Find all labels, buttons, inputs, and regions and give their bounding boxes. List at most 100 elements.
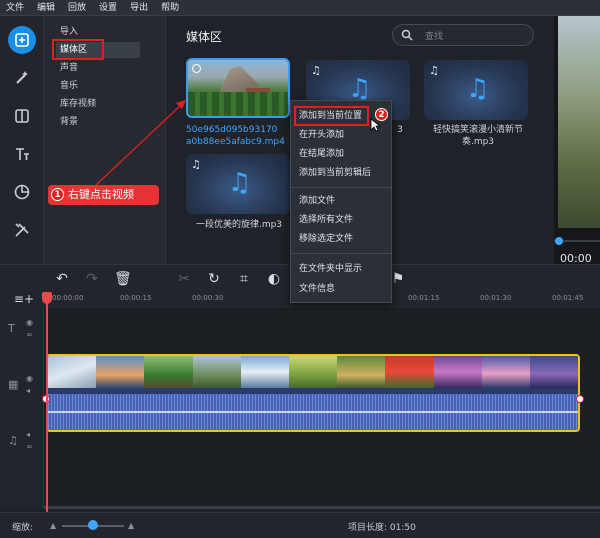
ctx-remove-selected-files[interactable]: 移除选定文件 <box>299 230 353 248</box>
video-badge-icon <box>192 64 201 73</box>
category-import[interactable]: 导入 <box>56 24 82 40</box>
music-note-large-icon: ♫ <box>466 74 490 104</box>
annotation-highlight-category <box>52 39 104 60</box>
category-background[interactable]: 背景 <box>56 114 82 130</box>
ctx-separator <box>291 187 391 188</box>
ruler-tick: 00:01:15 <box>408 294 440 302</box>
mute-speaker-icon[interactable]: ◂ <box>26 386 30 395</box>
timeline-scrollbar[interactable] <box>44 506 600 509</box>
playhead-line <box>46 292 48 512</box>
rotate-icon[interactable]: ↻ <box>206 271 222 287</box>
ctx-add-at-end[interactable]: 在结尾添加 <box>299 145 344 163</box>
annotation-step1-label: 右键点击视频 <box>48 185 159 205</box>
import-icon <box>15 33 29 47</box>
annotation-step1-text: 右键点击视频 <box>68 188 134 201</box>
menu-file[interactable]: 文件 <box>6 0 24 16</box>
color-adjust-icon[interactable]: ◐ <box>266 271 282 287</box>
clip-frame <box>529 356 578 388</box>
clip-thumbnails <box>48 356 578 388</box>
more-tools-button[interactable] <box>8 216 36 244</box>
menu-edit[interactable]: 编辑 <box>37 0 55 16</box>
clip-end-handle[interactable] <box>576 395 584 403</box>
clip-frame <box>433 356 482 388</box>
category-music[interactable]: 音乐 <box>56 78 82 94</box>
clip-frame <box>240 356 289 388</box>
music-track-icon: ♫ <box>8 434 18 447</box>
ctx-select-all-files[interactable]: 选择所有文件 <box>299 211 353 229</box>
music-note-icon: ♫ <box>191 158 201 171</box>
pie-icon <box>14 184 30 200</box>
media-tile-audio-3[interactable]: ♫ ♫ <box>186 154 290 214</box>
marker-flag-icon[interactable]: ⚑ <box>390 271 406 287</box>
music-note-icon: ♫ <box>429 64 439 77</box>
magic-wand-icon <box>16 71 28 84</box>
import-tool-button[interactable] <box>8 26 36 54</box>
ctx-add-after-current-clip[interactable]: 添加到当前剪辑后 <box>299 164 371 182</box>
link-icon[interactable]: ∞ <box>26 330 33 339</box>
ruler-tick: 00:00:30 <box>192 294 224 302</box>
zoom-in-icon[interactable]: ▲ <box>128 521 134 530</box>
clip-frame <box>288 356 338 388</box>
audio-3-caption: 一段优美的旋律.mp3 <box>195 220 283 230</box>
clip-frame <box>144 356 193 388</box>
preview-scrubber-knob[interactable] <box>555 237 563 245</box>
tool-sidebar <box>0 16 44 264</box>
ruler-tick: 00:00:00 <box>52 294 84 302</box>
preview-panel: 00:00 <box>554 16 600 265</box>
thumbnail-trees <box>188 92 288 116</box>
media-tile-audio-2[interactable]: ♫ ♫ <box>424 60 528 120</box>
video-track-icon: ▦ <box>8 378 19 391</box>
video-clip[interactable] <box>46 354 580 432</box>
annotation-highlight-menu-item <box>294 106 369 126</box>
cut-icon[interactable]: ✂ <box>176 271 192 287</box>
text-icon <box>16 148 29 160</box>
zoom-label: 缩放: <box>12 523 34 533</box>
ctx-file-info[interactable]: 文件信息 <box>299 280 335 298</box>
search-icon <box>401 29 413 41</box>
media-tile-video[interactable] <box>186 58 290 118</box>
crop-icon[interactable]: ⌗ <box>236 271 252 287</box>
track-headers: T ◉ ∞ ▦ ◉ ◂ ♫ ◂ ∞ <box>0 308 44 508</box>
project-length: 项目长度: 01:50 <box>348 523 416 533</box>
music-note-icon: ♫ <box>311 64 321 77</box>
clip-frame <box>337 356 386 388</box>
clip-frame <box>385 356 434 388</box>
visibility-eye-icon[interactable]: ◉ <box>26 318 33 327</box>
menu-settings[interactable]: 设置 <box>99 0 117 16</box>
add-track-icon[interactable]: ≡+ <box>14 292 34 306</box>
visibility-eye-icon[interactable]: ◉ <box>26 374 33 383</box>
timeline-area: T ◉ ∞ ▦ ◉ ◂ ♫ ◂ ∞ <box>0 308 600 508</box>
music-note-large-icon: ♫ <box>228 168 252 198</box>
audio-volume-line <box>48 411 578 413</box>
ruler-tick: 00:01:45 <box>552 294 584 302</box>
clip-frame <box>481 356 530 388</box>
link-icon[interactable]: ∞ <box>26 442 33 451</box>
annotation-step1-badge: 1 <box>51 188 64 201</box>
menu-help[interactable]: 帮助 <box>161 0 179 16</box>
transition-icon <box>15 109 29 123</box>
delete-icon[interactable]: 🗑 <box>114 271 132 287</box>
search-input[interactable]: 查找 <box>392 24 534 46</box>
zoom-slider-knob[interactable] <box>88 520 98 530</box>
transitions-tool-button[interactable] <box>8 102 36 130</box>
category-sound[interactable]: 声音 <box>56 60 82 76</box>
playhead-handle[interactable] <box>42 292 52 304</box>
magic-tool-button[interactable] <box>8 64 36 92</box>
undo-icon[interactable]: ↶ <box>54 271 70 287</box>
speaker-icon[interactable]: ◂ <box>26 430 30 439</box>
ctx-add-at-start[interactable]: 在开头添加 <box>299 126 344 144</box>
preview-image <box>558 16 600 228</box>
ctx-add-file[interactable]: 添加文件 <box>299 192 335 210</box>
clip-frame <box>48 356 97 388</box>
video-caption-line1: 50e965d095b93170 <box>186 125 278 135</box>
zoom-out-icon[interactable]: ▲ <box>50 521 56 530</box>
stickers-tool-button[interactable] <box>8 178 36 206</box>
titles-tool-button[interactable] <box>8 140 36 168</box>
category-stock-video[interactable]: 库存视频 <box>56 96 100 112</box>
redo-icon[interactable]: ↷ <box>84 271 100 287</box>
ctx-show-in-folder[interactable]: 在文件夹中显示 <box>299 260 362 278</box>
video-caption-line2: a0b88ee5afabc9.mp4 <box>186 137 285 147</box>
menu-export[interactable]: 导出 <box>130 0 148 16</box>
menu-playback[interactable]: 回放 <box>68 0 86 16</box>
ruler-tick: 00:01:30 <box>480 294 512 302</box>
